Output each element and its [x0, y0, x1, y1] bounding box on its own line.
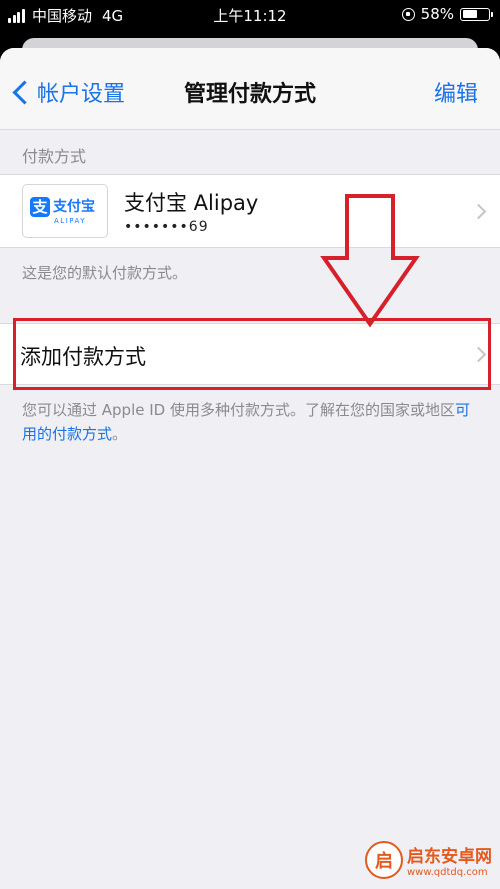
alipay-logo-text: 支付宝	[53, 199, 95, 215]
payment-info-body: 您可以通过 Apple ID 使用多种付款方式。了解在您的国家或地区	[22, 401, 455, 419]
annotation-down-arrow-icon	[320, 194, 420, 328]
rotation-lock-icon	[401, 7, 415, 21]
alipay-logo-subtext: ALIPAY	[54, 217, 87, 225]
chevron-left-icon	[12, 79, 37, 105]
navigation-bar: 帐户设置 管理付款方式 编辑	[0, 48, 500, 130]
payment-info-end: 。	[112, 425, 128, 443]
payment-method-name: 支付宝 Alipay	[124, 191, 259, 215]
payment-info-text: 您可以通过 Apple ID 使用多种付款方式。了解在您的国家或地区可用的付款方…	[22, 398, 482, 446]
battery-percent: 58%	[420, 5, 454, 23]
alipay-mark-icon: 支	[30, 197, 50, 217]
edit-button[interactable]: 编辑	[434, 76, 478, 108]
watermark-text: 启东安卓网 www.qdtdq.com	[407, 842, 492, 878]
battery-fill	[462, 10, 477, 18]
manage-payment-sheet: 帐户设置 管理付款方式 编辑 付款方式 支 支付宝 ALIPAY 支付宝 Ali…	[0, 48, 500, 889]
status-right: 58%	[401, 5, 493, 23]
chevron-right-icon	[470, 203, 487, 220]
watermark-logo-icon: 启	[365, 841, 403, 879]
payment-account-masked: •••••••69	[124, 219, 209, 235]
battery-icon	[460, 7, 493, 21]
alipay-logo: 支 支付宝 ALIPAY	[22, 184, 108, 238]
annotation-highlight-box	[13, 318, 491, 390]
back-button-label: 帐户设置	[37, 82, 126, 107]
status-bar: 中国移动 4G 上午11:12 58%	[0, 0, 500, 30]
default-method-note: 这是您的默认付款方式。	[22, 264, 188, 282]
section-header-payment: 付款方式	[22, 147, 87, 166]
watermark-url: www.qdtdq.com	[407, 867, 488, 878]
watermark: 启 启东安卓网 www.qdtdq.com	[365, 841, 492, 879]
payment-method-alipay[interactable]: 支 支付宝 ALIPAY 支付宝 Alipay •••••••69	[0, 174, 500, 248]
watermark-name: 启东安卓网	[407, 847, 492, 867]
back-button[interactable]: 帐户设置	[10, 76, 125, 108]
